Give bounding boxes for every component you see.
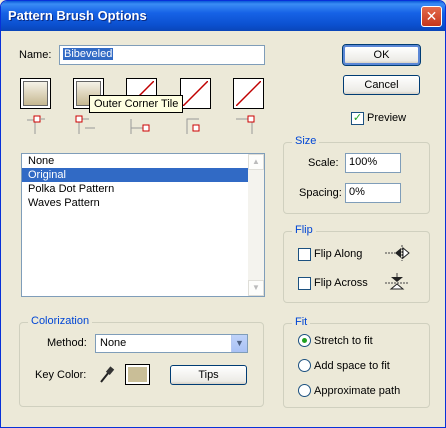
flip-across-checkbox[interactable]: [298, 277, 311, 290]
name-label: Name:: [19, 49, 52, 61]
start-tile-button[interactable]: [180, 78, 211, 109]
spacing-field[interactable]: 0%: [345, 183, 401, 203]
chevron-down-icon[interactable]: ▼: [231, 335, 247, 352]
method-label: Method:: [47, 337, 87, 349]
radio-selected-dot: [302, 338, 307, 343]
name-value: Bibeveled: [63, 48, 114, 60]
flip-across-icon: [385, 273, 409, 290]
start-tile-icon: [186, 118, 200, 134]
preview-label: Preview: [367, 112, 407, 124]
stretch-to-fit-radio[interactable]: [298, 334, 311, 347]
add-space-to-fit-label: Add space to fit: [314, 360, 390, 372]
close-button[interactable]: ✕: [421, 6, 442, 27]
side-tile-swatch: [23, 81, 48, 106]
tips-button[interactable]: Tips: [170, 365, 247, 385]
side-tile-icon: [27, 115, 45, 134]
list-item[interactable]: Polka Dot Pattern: [22, 182, 264, 196]
flip-group-title: Flip: [292, 224, 316, 236]
key-color-swatch[interactable]: [125, 364, 150, 385]
scale-label: Scale:: [308, 157, 339, 169]
scale-field[interactable]: 100%: [345, 153, 401, 173]
none-slash-icon: [236, 81, 261, 106]
scroll-down-icon[interactable]: ▼: [248, 280, 264, 296]
list-item-selected[interactable]: Original: [22, 168, 264, 182]
approximate-path-radio[interactable]: [298, 384, 311, 397]
list-item[interactable]: None: [22, 154, 264, 168]
method-select[interactable]: None ▼: [95, 334, 248, 353]
ok-button[interactable]: OK: [342, 44, 421, 66]
flip-along-icon: [385, 245, 410, 261]
window-title: Pattern Brush Options: [8, 8, 147, 23]
size-group-title: Size: [292, 135, 320, 147]
scroll-up-icon[interactable]: ▲: [248, 154, 264, 170]
tile-tooltip: Outer Corner Tile: [89, 95, 184, 113]
spacing-label: Spacing:: [299, 187, 342, 199]
title-bar[interactable]: Pattern Brush Options ✕: [1, 1, 445, 31]
method-value: None: [100, 337, 127, 349]
end-tile-button[interactable]: [233, 78, 264, 109]
fit-group-title: Fit: [292, 316, 311, 328]
none-slash-icon: [183, 81, 208, 106]
outer-corner-tile-icon: [75, 115, 95, 134]
add-space-to-fit-radio[interactable]: [298, 359, 311, 372]
colorization-group-title: Colorization: [28, 315, 93, 327]
preview-checkbox[interactable]: ✓: [351, 112, 364, 125]
stretch-to-fit-label: Stretch to fit: [314, 335, 373, 347]
flip-along-label: Flip Along: [314, 248, 363, 260]
side-tile-button[interactable]: [20, 78, 51, 109]
name-field[interactable]: Bibeveled: [59, 45, 265, 65]
approximate-path-label: Approximate path: [314, 385, 401, 397]
close-icon: ✕: [425, 8, 438, 24]
inner-corner-tile-icon: [130, 119, 150, 134]
list-scrollbar[interactable]: ▲ ▼: [248, 154, 264, 296]
flip-across-label: Flip Across: [314, 277, 368, 289]
cancel-button[interactable]: Cancel: [343, 75, 420, 95]
list-item[interactable]: Waves Pattern: [22, 196, 264, 210]
flip-along-checkbox[interactable]: [298, 248, 311, 261]
end-tile-icon: [236, 115, 255, 134]
pattern-list[interactable]: None Original Polka Dot Pattern Waves Pa…: [21, 153, 265, 297]
eyedropper-icon[interactable]: [98, 365, 116, 385]
pattern-brush-options-dialog: Pattern Brush Options ✕ Name: Bibeveled …: [0, 0, 446, 428]
key-color-label: Key Color:: [35, 369, 87, 381]
